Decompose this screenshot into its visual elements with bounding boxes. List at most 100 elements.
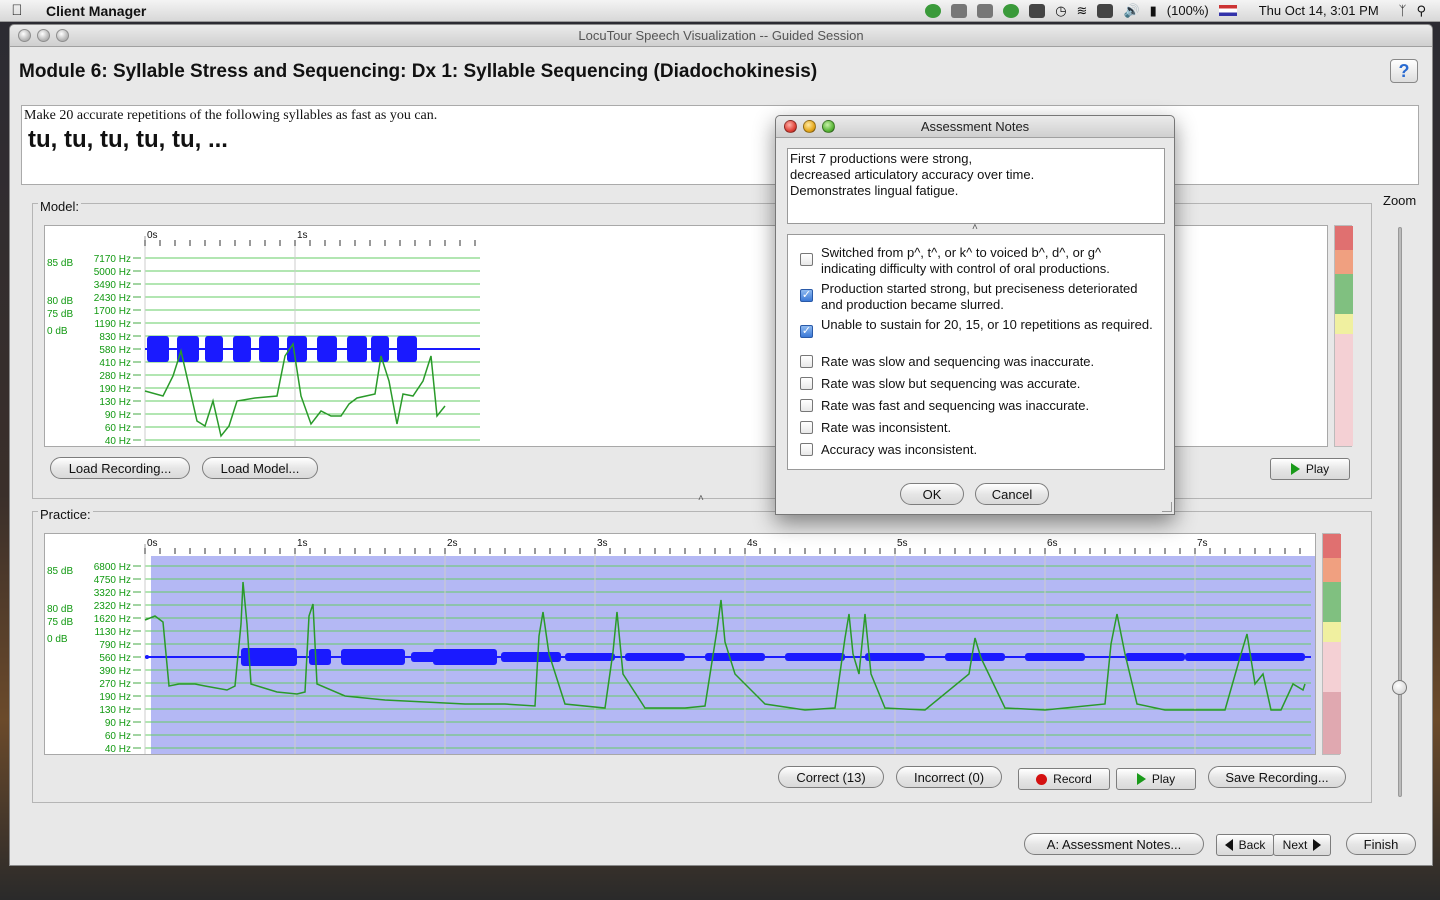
main-window: LocuTour Speech Visualization -- Guided … [9,24,1433,866]
notes-textarea[interactable]: First 7 productions were strong, decreas… [787,148,1165,224]
correct-button[interactable]: Correct (13) [778,766,884,788]
play-icon [1290,463,1300,475]
prompt-instruction: Make 20 accurate repetitions of the foll… [24,108,438,123]
growl-icon[interactable] [925,3,942,18]
status-tray: ◷ ≋ 🔊 ▮ (100%) Thu Oct 14, 3:01 PM ᛉ ⚲ [925,3,1440,19]
cancel-button[interactable]: Cancel [975,483,1049,505]
spotlight-icon[interactable]: ⚲ [1416,3,1426,19]
checkbox[interactable]: ✓ [800,325,813,338]
checkbox[interactable] [800,443,813,456]
display-icon[interactable] [1097,3,1114,18]
wrench-icon[interactable] [951,3,968,18]
db-label: 85 dB [47,258,73,269]
freq-label: 390 Hz [99,666,131,677]
freq-label: 6800 Hz [94,562,131,573]
freq-label: 280 Hz [99,371,131,382]
close-button[interactable] [18,29,31,42]
checklist-item[interactable]: Rate was fast and sequencing was inaccur… [800,398,1155,414]
waveform-burst [565,653,615,661]
ok-button[interactable]: OK [900,483,964,505]
time-tick-label: 4s [747,538,758,549]
checkbox-label: Rate was slow and sequencing was inaccur… [821,354,1095,369]
next-label: Next [1282,838,1308,852]
finish-button[interactable]: Finish [1346,833,1416,855]
save-recording-button[interactable]: Save Recording... [1208,766,1346,788]
zoom-slider-track[interactable] [1398,227,1402,797]
freq-label: 560 Hz [99,653,131,664]
dialog-close-button[interactable] [784,120,797,133]
checklist-item[interactable]: Rate was slow but sequencing was accurat… [800,376,1155,392]
accessibility-icon[interactable] [1029,3,1046,18]
incorrect-button[interactable]: Incorrect (0) [896,766,1002,788]
waveform-burst [147,336,169,362]
dialog-splitter-handle[interactable]: ˄ [972,222,978,233]
checkbox[interactable] [800,355,813,368]
zoom-slider-knob[interactable] [1392,680,1407,695]
minimize-button[interactable] [37,29,50,42]
checklist-item[interactable]: Rate was inconsistent. [800,420,1155,436]
freq-label: 130 Hz [99,705,131,716]
practice-plot[interactable]: 6800 Hz 4750 Hz 3320 Hz 2320 Hz 1620 Hz 1130 … [44,533,1316,755]
practice-play-label: Play [1151,772,1176,786]
time-tick-label: 5s [897,538,908,549]
checkbox[interactable] [800,399,813,412]
checklist-item[interactable]: Accuracy was inconsistent. [800,442,1155,458]
bluetooth-icon[interactable]: ᛉ [1399,3,1407,18]
assessment-notes-button[interactable]: A: Assessment Notes... [1024,833,1204,855]
record-button[interactable]: Record [1018,768,1110,790]
waveform-burst [625,653,685,661]
freq-label: 4750 Hz [94,575,131,586]
dialog-zoom-button[interactable] [822,120,835,133]
app-name[interactable]: Client Manager [46,3,146,19]
checkbox-label: Rate was inconsistent. [821,420,952,435]
status-green-icon[interactable] [1003,3,1020,18]
battery-icon[interactable]: ▮ [1150,3,1157,19]
checkbox[interactable] [800,421,813,434]
checklist-item[interactable]: ✓ Production started strong, but precise… [800,281,1155,313]
load-model-button[interactable]: Load Model... [202,457,318,479]
time-tick-label: 2s [447,538,458,549]
load-recording-button[interactable]: Load Recording... [50,457,190,479]
checkbox[interactable]: ✓ [800,289,813,302]
checklist-item[interactable]: Rate was slow and sequencing was inaccur… [800,354,1155,370]
next-arrow-icon [1313,839,1322,851]
waveform-burst [317,336,337,362]
checklist-box: Switched from p^, t^, or k^ to voiced b^… [787,234,1165,470]
sync-icon[interactable] [977,3,994,18]
checkbox[interactable] [800,377,813,390]
practice-play-button[interactable]: Play [1116,768,1196,790]
back-label: Back [1238,838,1266,852]
checkbox[interactable] [800,253,813,266]
model-play-label: Play [1305,462,1330,476]
waveform-burst [1025,653,1085,661]
splitter-handle[interactable]: ˄ [698,493,704,504]
db-label: 0 dB [47,326,68,337]
checkbox-label: Unable to sustain for 20, 15, or 10 repe… [821,317,1153,332]
wifi-icon[interactable]: ≋ [1077,3,1088,19]
help-button[interactable]: ? [1390,59,1418,83]
checklist-item[interactable]: ✓ Unable to sustain for 20, 15, or 10 re… [800,317,1155,338]
apple-icon[interactable]:  [0,2,34,19]
waveform-burst [347,336,367,362]
waveform-burst [865,653,925,661]
practice-waveform: 6800 Hz 4750 Hz 3320 Hz 2320 Hz 1620 Hz 1130 … [47,538,1315,754]
dialog-window-controls [784,120,835,133]
dialog-minimize-button[interactable] [803,120,816,133]
flag-icon[interactable] [1218,5,1237,16]
time-machine-icon[interactable]: ◷ [1055,3,1066,19]
dialog-titlebar[interactable]: Assessment Notes [776,116,1174,138]
next-button[interactable]: Next [1273,834,1331,856]
resize-grip-icon[interactable] [1162,502,1172,512]
volume-icon[interactable]: 🔊 [1123,3,1139,19]
datetime[interactable]: Thu Oct 14, 3:01 PM [1259,3,1379,18]
freq-label: 7170 Hz [94,254,131,265]
freq-label: 830 Hz [99,332,131,343]
waveform-burst [397,336,417,362]
waveform-burst [205,336,223,362]
back-button[interactable]: Back [1216,834,1274,856]
model-play-button[interactable]: Play [1270,458,1350,480]
checklist-item[interactable]: Switched from p^, t^, or k^ to voiced b^… [800,245,1155,277]
waveform-burst [145,655,149,659]
zoom-button[interactable] [56,29,69,42]
window-titlebar[interactable]: LocuTour Speech Visualization -- Guided … [10,25,1432,47]
